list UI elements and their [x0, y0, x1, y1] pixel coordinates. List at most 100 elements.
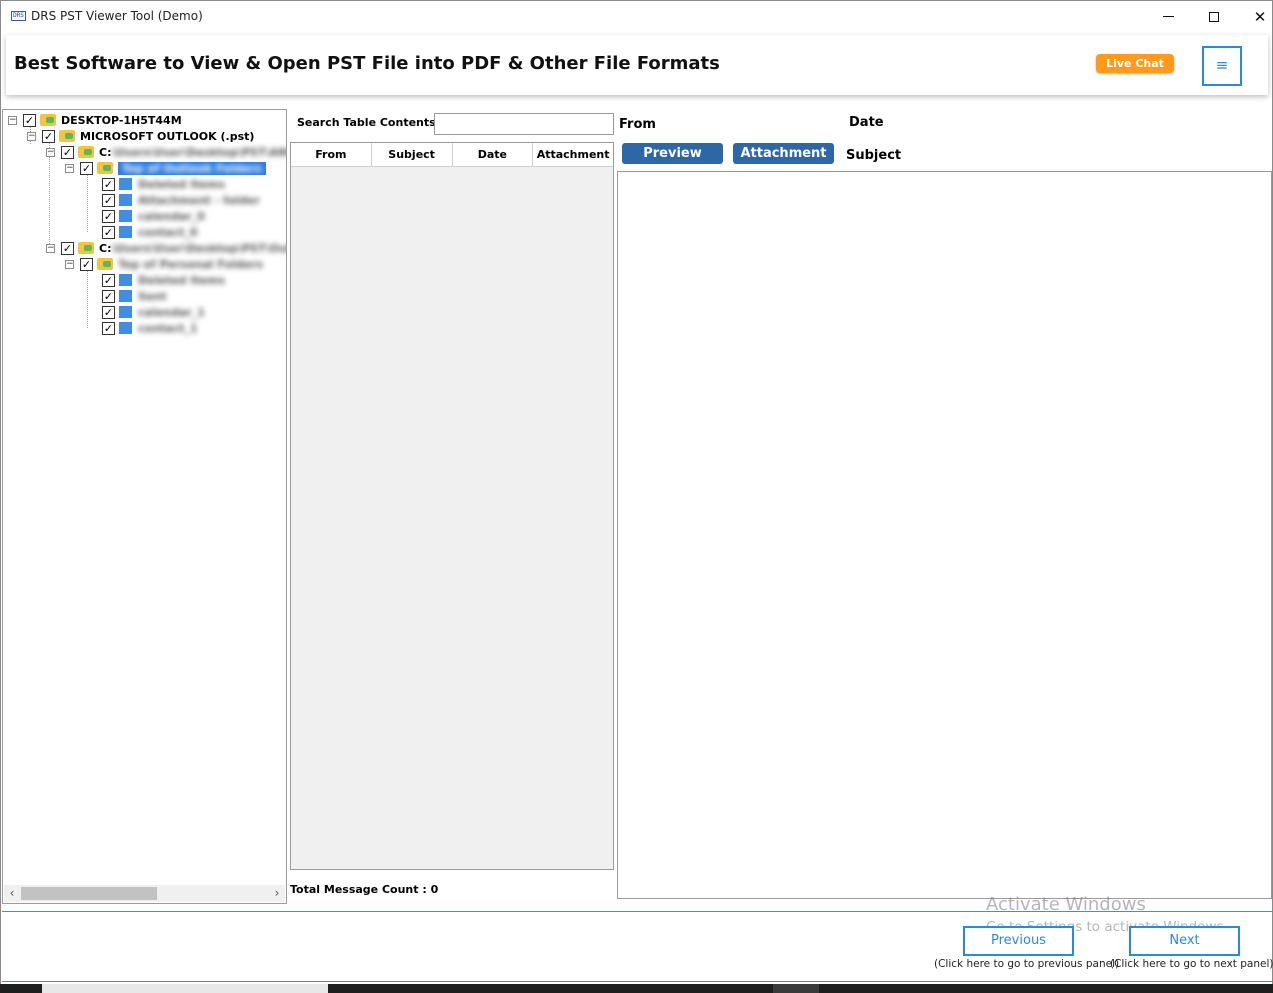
- checkbox[interactable]: ✓: [102, 193, 115, 207]
- message-preview-area[interactable]: [617, 171, 1272, 899]
- close-icon: ✕: [1253, 7, 1267, 26]
- tree-node-top-folder-2[interactable]: − ✓ Top of Personal Folders: [65, 256, 263, 272]
- previous-hint: (Click here to go to previous panel): [934, 958, 1120, 970]
- folder-tree-panel[interactable]: − ✓ DESKTOP-1H5T44M − ✓ MICROSOFT OUTLOO…: [2, 109, 287, 904]
- tree-leaf-label: calendar_1: [138, 305, 205, 319]
- attachment-tab-button[interactable]: Attachment: [733, 143, 834, 164]
- blurred-path: \Users\User\Desktop\PST\Out: [111, 241, 287, 255]
- tree-leaf[interactable]: ✓ Deleted Items: [102, 272, 225, 288]
- close-button[interactable]: ✕: [1237, 1, 1273, 32]
- search-input[interactable]: [434, 113, 614, 135]
- tree-node-label: Top of Personal Folders: [118, 257, 264, 271]
- selected-folder-label: Top of Outlook Folders: [118, 161, 266, 175]
- checkbox[interactable]: ✓: [102, 225, 115, 239]
- tree-node-pst-1[interactable]: − ✓ C: \Users\User\Desktop\PST\ANS: [46, 144, 287, 160]
- tree-leaf-label: calendar_0: [138, 209, 205, 223]
- checkbox[interactable]: ✓: [102, 273, 115, 287]
- scroll-right-icon[interactable]: ›: [269, 885, 285, 902]
- tree-node-outlook[interactable]: − ✓ MICROSOFT OUTLOOK (.pst): [27, 128, 254, 144]
- blurred-path: \Users\User\Desktop\PST\ANS: [111, 145, 287, 159]
- from-label: From: [619, 117, 656, 132]
- app-window: DRS DRS PST Viewer Tool (Demo) ✕ Best So…: [0, 0, 1273, 993]
- column-header-date[interactable]: Date: [453, 143, 534, 166]
- taskbar-search-box[interactable]: [42, 984, 328, 993]
- tree-node-label: DESKTOP-1H5T44M: [61, 113, 182, 127]
- column-header-from[interactable]: From: [291, 143, 372, 166]
- maximize-icon: [1209, 11, 1219, 22]
- banner-title: Best Software to View & Open PST File in…: [14, 53, 720, 74]
- collapse-toggle[interactable]: −: [27, 131, 36, 141]
- tree-leaf-label: Attachment - folder: [138, 193, 260, 207]
- next-hint: (Click here to go to next panel): [1110, 958, 1273, 970]
- minimize-button[interactable]: [1145, 1, 1191, 32]
- calendar-folder-icon: [119, 306, 132, 318]
- collapse-toggle[interactable]: −: [46, 243, 55, 253]
- pst-folder-icon: [78, 242, 94, 254]
- checkbox[interactable]: ✓: [102, 177, 115, 191]
- folder-icon: [97, 162, 113, 174]
- mail-folder-icon: [119, 290, 132, 302]
- tree-node-label: MICROSOFT OUTLOOK (.pst): [80, 129, 255, 143]
- search-label: Search Table Contents:: [297, 116, 441, 129]
- taskbar-active-app[interactable]: [773, 984, 819, 993]
- subject-label: Subject: [846, 148, 902, 163]
- scrollbar-thumb[interactable]: [21, 887, 157, 900]
- tree-leaf[interactable]: ✓ Attachment - folder: [102, 192, 260, 208]
- tree-leaf[interactable]: ✓ Sent: [102, 288, 166, 304]
- tree-leaf-label: contact_0: [138, 225, 198, 239]
- tree-node-pst-2[interactable]: − ✓ C: \Users\User\Desktop\PST\Out: [46, 240, 287, 256]
- tree-node-root[interactable]: − ✓ DESKTOP-1H5T44M: [8, 112, 182, 128]
- collapse-toggle[interactable]: −: [46, 147, 55, 157]
- tree-connector: [87, 270, 88, 328]
- activation-watermark-title: Activate Windows: [986, 894, 1146, 915]
- next-button[interactable]: Next: [1129, 926, 1240, 956]
- drive-label: C:: [99, 241, 112, 255]
- message-table[interactable]: From Subject Date Attachment: [290, 142, 614, 870]
- collapse-toggle[interactable]: −: [65, 163, 74, 173]
- total-message-count: Total Message Count : 0: [290, 883, 439, 896]
- menu-button[interactable]: ≡: [1202, 46, 1242, 86]
- previous-button[interactable]: Previous: [963, 926, 1074, 956]
- checkbox[interactable]: ✓: [102, 305, 115, 319]
- tree-leaf[interactable]: ✓ calendar_1: [102, 304, 205, 320]
- checkbox[interactable]: ✓: [80, 161, 93, 175]
- column-header-attachment[interactable]: Attachment: [533, 143, 613, 166]
- checkbox[interactable]: ✓: [102, 209, 115, 223]
- mail-folder-icon: [119, 274, 132, 286]
- column-header-subject[interactable]: Subject: [372, 143, 453, 166]
- checkbox[interactable]: ✓: [61, 145, 74, 159]
- contact-folder-icon: [119, 226, 132, 238]
- checkbox[interactable]: ✓: [102, 321, 115, 335]
- tree-leaf[interactable]: ✓ Deleted Items: [102, 176, 225, 192]
- maximize-button[interactable]: [1191, 1, 1237, 32]
- scroll-left-icon[interactable]: ‹: [4, 885, 20, 902]
- checkbox[interactable]: ✓: [80, 257, 93, 271]
- checkbox[interactable]: ✓: [42, 129, 55, 143]
- preview-tab-button[interactable]: Preview: [622, 143, 723, 164]
- collapse-toggle[interactable]: −: [65, 259, 74, 269]
- mail-folder-icon: [119, 178, 132, 190]
- table-header: From Subject Date Attachment: [291, 143, 613, 167]
- tree-leaf-label: Deleted Items: [138, 273, 226, 287]
- tree-node-top-folder-1[interactable]: − ✓ Top of Outlook Folders: [65, 160, 266, 176]
- tree-leaf[interactable]: ✓ calendar_0: [102, 208, 205, 224]
- collapse-toggle[interactable]: −: [8, 115, 17, 125]
- tree-leaf-label: Sent: [138, 289, 167, 303]
- hamburger-icon: ≡: [1215, 56, 1229, 74]
- checkbox[interactable]: ✓: [61, 241, 74, 255]
- title-bar[interactable]: DRS DRS PST Viewer Tool (Demo) ✕: [1, 1, 1272, 32]
- mail-folder-icon: [119, 194, 132, 206]
- folder-icon: [97, 258, 113, 270]
- header-banner: Best Software to View & Open PST File in…: [6, 35, 1268, 95]
- tree-leaf[interactable]: ✓ contact_0: [102, 224, 198, 240]
- app-icon: DRS: [11, 11, 26, 21]
- checkbox[interactable]: ✓: [102, 289, 115, 303]
- live-chat-button[interactable]: Live Chat: [1096, 54, 1174, 73]
- divider: [2, 981, 1273, 982]
- tree-leaf[interactable]: ✓ contact_1: [102, 320, 198, 336]
- checkbox[interactable]: ✓: [23, 113, 36, 127]
- taskbar[interactable]: [0, 984, 1273, 993]
- date-label: Date: [849, 115, 884, 130]
- horizontal-scrollbar[interactable]: ‹ ›: [4, 885, 285, 902]
- window-title: DRS PST Viewer Tool (Demo): [31, 9, 203, 23]
